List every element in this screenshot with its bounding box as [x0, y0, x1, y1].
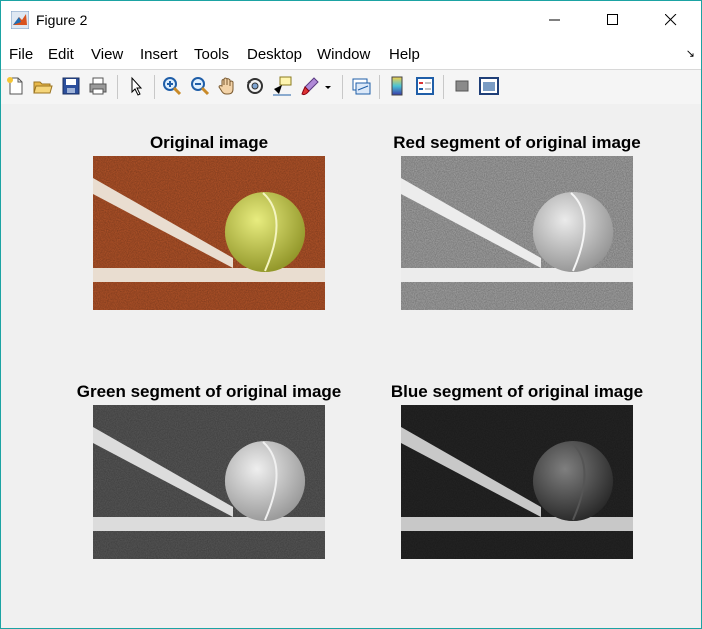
maximize-button[interactable]: [590, 1, 636, 39]
save-icon[interactable]: [60, 75, 82, 97]
show-plot-tools-icon[interactable]: [478, 75, 500, 97]
print-icon[interactable]: [87, 75, 109, 97]
plot-title-blue: Blue segment of original image: [390, 382, 644, 401]
toolbar: [1, 69, 701, 105]
menu-tools[interactable]: Tools: [194, 46, 229, 63]
zoom-in-icon[interactable]: [161, 75, 183, 97]
minimize-icon: [549, 19, 560, 21]
open-file-icon[interactable]: [32, 75, 54, 97]
menu-window[interactable]: Window: [317, 46, 370, 63]
hide-plot-tools-icon[interactable]: [451, 75, 473, 97]
maximize-icon: [607, 14, 618, 25]
plot-title-original: Original image: [149, 133, 269, 152]
select-pointer-icon[interactable]: [125, 75, 147, 97]
plot-title-red: Red segment of original image: [393, 133, 641, 152]
toolbar-separator: [443, 75, 444, 99]
menu-file[interactable]: File: [9, 46, 33, 63]
brush-dropdown-icon[interactable]: [323, 75, 333, 97]
menu-edit[interactable]: Edit: [48, 46, 74, 63]
title-bar[interactable]: Figure 2: [1, 1, 701, 39]
colorbar-icon[interactable]: [386, 75, 408, 97]
close-icon: [665, 14, 677, 26]
minimize-button[interactable]: [532, 1, 578, 39]
link-plot-icon[interactable]: [350, 75, 372, 97]
zoom-out-icon[interactable]: [189, 75, 211, 97]
brush-icon[interactable]: [299, 75, 321, 97]
menu-insert[interactable]: Insert: [140, 46, 178, 63]
menu-view[interactable]: View: [91, 46, 123, 63]
original-image: [93, 156, 325, 310]
toolbar-separator: [342, 75, 343, 99]
toolbar-separator: [379, 75, 380, 99]
window-title: Figure 2: [36, 12, 88, 28]
rotate-3d-icon[interactable]: [244, 75, 266, 97]
toolbar-separator: [117, 75, 118, 99]
red-segment-image: [401, 156, 633, 310]
blue-segment-image: [401, 405, 633, 559]
close-button[interactable]: [648, 1, 694, 39]
dock-arrow-icon[interactable]: ↘: [686, 47, 695, 60]
figure-window: Figure 2 File Edit View Insert Tools Des…: [0, 0, 702, 629]
legend-icon[interactable]: [414, 75, 436, 97]
new-figure-icon[interactable]: [5, 75, 27, 97]
menu-bar: File Edit View Insert Tools Desktop Wind…: [1, 39, 701, 69]
menu-help[interactable]: Help: [389, 46, 420, 63]
menu-desktop[interactable]: Desktop: [247, 46, 302, 63]
matlab-logo-icon: [11, 11, 29, 29]
figure-canvas: Original image Red segment of original i…: [1, 104, 701, 628]
green-segment-image: [93, 405, 325, 559]
data-cursor-icon[interactable]: [271, 75, 293, 97]
plot-title-green: Green segment of original image: [76, 382, 342, 401]
pan-hand-icon[interactable]: [216, 75, 238, 97]
toolbar-separator: [154, 75, 155, 99]
